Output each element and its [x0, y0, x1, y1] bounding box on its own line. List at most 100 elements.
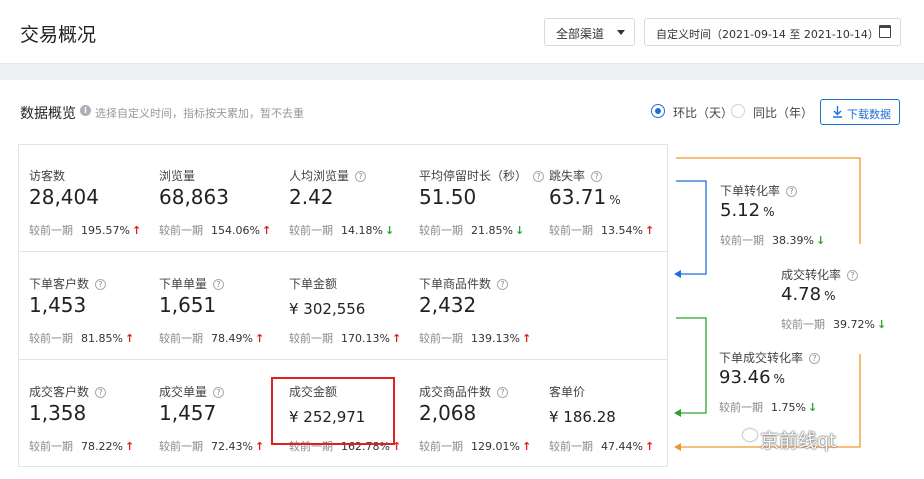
metric-card: 访客数 28,404 较前一期 195.57% ↑: [19, 145, 149, 252]
arrow-down-icon: ↓: [514, 224, 525, 237]
help-icon[interactable]: ?: [786, 186, 798, 197]
metric-value: 28,404: [29, 185, 99, 209]
metric-compare: 较前一期 13.54% ↑: [549, 224, 655, 237]
metric-change: 170.13%: [341, 332, 390, 345]
conversion-metric: 成交转化率? 4.78% 较前一期 39.72% ↓: [781, 266, 924, 356]
metric-label: 下单单量?: [159, 275, 225, 292]
download-label: 下载数据: [847, 108, 891, 121]
metric-change: 81.85%: [81, 332, 123, 345]
metric-card: 浏览量 68,863 较前一期 154.06% ↑: [149, 145, 279, 252]
metric-label: 成交单量?: [159, 383, 225, 400]
radio-period-day[interactable]: [651, 104, 665, 118]
date-range-value: 自定义时间（2021-09-14 至 2021-10-14）: [656, 28, 879, 41]
conversion-compare: 较前一期 1.75% ↓: [719, 401, 818, 414]
metric-value: ¥ 186.28: [549, 408, 616, 426]
arrow-up-icon: ↑: [391, 332, 402, 345]
conversion-value: 93.46%: [719, 367, 785, 388]
metric-value: 1,358: [29, 401, 87, 425]
help-icon[interactable]: ?: [95, 279, 107, 290]
metric-label: 成交商品件数?: [419, 383, 509, 400]
help-icon[interactable]: ?: [809, 353, 821, 364]
conversion-label: 下单转化率?: [720, 182, 798, 199]
download-button[interactable]: 下载数据: [820, 99, 900, 125]
date-range-picker[interactable]: 自定义时间（2021-09-14 至 2021-10-14）: [644, 18, 901, 46]
metric-compare: 较前一期 195.57% ↑: [29, 224, 142, 237]
arrow-up-icon: ↑: [254, 440, 265, 453]
metric-value: 2,068: [419, 401, 477, 425]
metric-change: 72.43%: [211, 440, 253, 453]
metric-label: 浏览量: [159, 169, 196, 183]
metric-compare: 较前一期 78.49% ↑: [159, 332, 265, 345]
metric-change: 47.44%: [601, 440, 643, 453]
conversion-compare: 较前一期 39.72% ↓: [781, 318, 887, 331]
metric-compare: 较前一期 154.06% ↑: [159, 224, 272, 237]
metric-change: 78.49%: [211, 332, 253, 345]
conversion-value: 4.78%: [781, 284, 836, 305]
conversion-change: 1.75%: [771, 401, 806, 414]
calendar-icon: [879, 25, 891, 38]
metric-compare: 较前一期 81.85% ↑: [29, 332, 135, 345]
arrow-up-icon: ↑: [644, 224, 655, 237]
help-icon[interactable]: ?: [213, 279, 225, 290]
metric-change: 195.57%: [81, 224, 130, 237]
metric-value: 1,457: [159, 401, 217, 425]
arrow-up-icon: ↑: [644, 440, 655, 453]
arrow-up-icon: ↑: [124, 440, 135, 453]
conversion-label: 成交转化率?: [781, 266, 859, 283]
metric-label: 人均浏览量?: [289, 167, 367, 184]
metric-card: 下单客户数? 1,453 较前一期 81.85% ↑: [19, 253, 149, 360]
metric-compare: 较前一期 170.13% ↑: [289, 332, 402, 345]
download-icon: [833, 106, 842, 118]
metric-change: 78.22%: [81, 440, 123, 453]
radio-period-day-label[interactable]: 环比（天）: [673, 104, 733, 121]
page-title: 交易概况: [20, 24, 97, 46]
caret-down-icon: [617, 30, 625, 35]
help-icon[interactable]: ?: [213, 387, 225, 398]
channel-select-value: 全部渠道: [556, 27, 605, 41]
arrow-up-icon: ↑: [521, 440, 532, 453]
conversion-compare: 较前一期 38.39% ↓: [720, 234, 826, 247]
arrow-down-icon: ↓: [384, 224, 395, 237]
help-icon[interactable]: ?: [497, 279, 509, 290]
metric-card: 客单价 ¥ 186.28 较前一期 47.44% ↑: [539, 361, 669, 468]
radio-period-year-label[interactable]: 同比（年）: [753, 104, 813, 121]
help-icon[interactable]: ?: [355, 171, 367, 182]
metric-value: 51.50: [419, 185, 477, 209]
metric-label: 成交客户数?: [29, 383, 107, 400]
metric-label: 跳失率?: [549, 167, 603, 184]
metric-value: 2,432: [419, 293, 477, 317]
metric-card: 下单商品件数? 2,432 较前一期 139.13% ↑: [409, 253, 539, 360]
metric-card: 下单单量? 1,651 较前一期 78.49% ↑: [149, 253, 279, 360]
conversion-metric: 下单转化率? 5.12% 较前一期 38.39% ↓: [720, 182, 880, 272]
metric-value: 68,863: [159, 185, 229, 209]
metric-compare: 较前一期 72.43% ↑: [159, 440, 265, 453]
metric-compare: 较前一期 139.13% ↑: [419, 332, 532, 345]
channel-select[interactable]: 全部渠道: [544, 18, 635, 46]
metric-value: 1,651: [159, 293, 217, 317]
help-icon[interactable]: ?: [847, 270, 859, 281]
metric-card: 下单金额 ¥ 302,556 较前一期 170.13% ↑: [279, 253, 409, 360]
metric-compare: 较前一期 47.44% ↑: [549, 440, 655, 453]
help-icon[interactable]: ?: [591, 171, 603, 182]
metric-change: 21.85%: [471, 224, 513, 237]
info-icon: i: [80, 105, 91, 116]
metric-card: 人均浏览量? 2.42 较前一期 14.18% ↓: [279, 145, 409, 252]
metric-label: 下单客户数?: [29, 275, 107, 292]
watermark: 京前线qt: [760, 430, 837, 452]
arrow-up-icon: ↑: [131, 224, 142, 237]
metric-compare: 较前一期 21.85% ↓: [419, 224, 525, 237]
header-card: 交易概况 全部渠道 自定义时间（2021-09-14 至 2021-10-14）: [0, 0, 924, 64]
conversion-value: 5.12%: [720, 200, 775, 221]
metric-value: 2.42: [289, 185, 334, 209]
metric-compare: 较前一期 14.18% ↓: [289, 224, 395, 237]
help-icon[interactable]: ?: [497, 387, 509, 398]
metric-label: 客单价: [549, 385, 586, 399]
metric-change: 14.18%: [341, 224, 383, 237]
arrow-up-icon: ↑: [124, 332, 135, 345]
help-icon[interactable]: ?: [95, 387, 107, 398]
conversion-label: 下单成交转化率?: [719, 349, 821, 366]
wechat-icon: [743, 429, 757, 441]
radio-period-year[interactable]: [731, 104, 745, 118]
arrow-up-icon: ↑: [254, 332, 265, 345]
metric-value: ¥ 302,556: [289, 300, 366, 318]
